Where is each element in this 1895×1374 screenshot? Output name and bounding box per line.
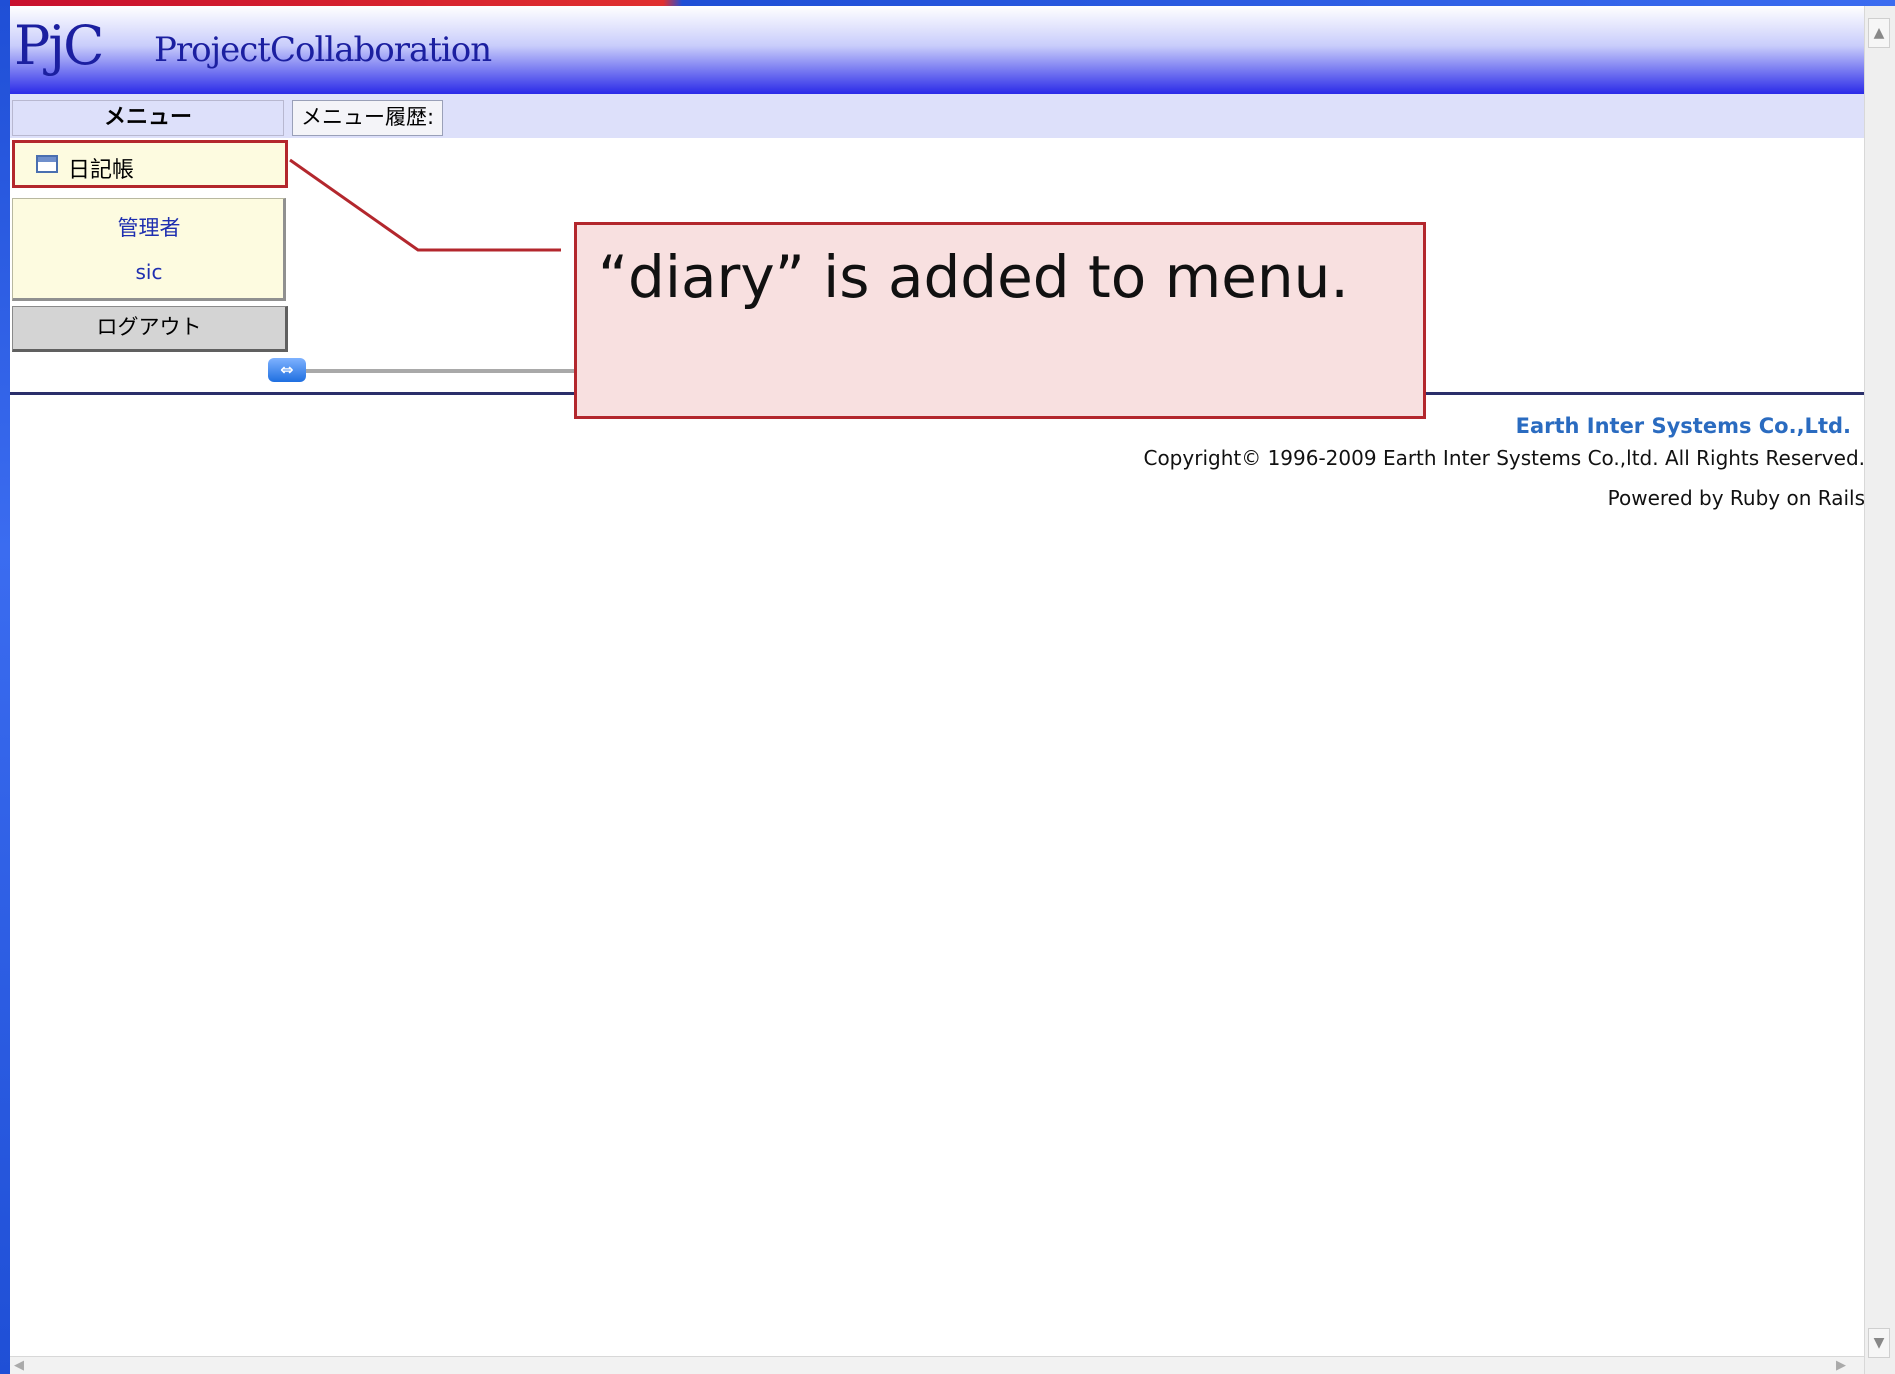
scroll-up-icon[interactable]: ▲ <box>1868 18 1890 48</box>
callout-connector <box>289 158 561 252</box>
scroll-right-icon[interactable]: ▶ <box>1836 1358 1858 1374</box>
scroll-left-icon[interactable]: ◀ <box>14 1358 36 1374</box>
horizontal-scrollbar[interactable] <box>10 1356 1864 1374</box>
scroll-down-icon[interactable]: ▼ <box>1868 1328 1890 1358</box>
vertical-scrollbar[interactable] <box>1864 6 1895 1374</box>
callout-text: “diary” is added to menu. <box>598 243 1349 311</box>
